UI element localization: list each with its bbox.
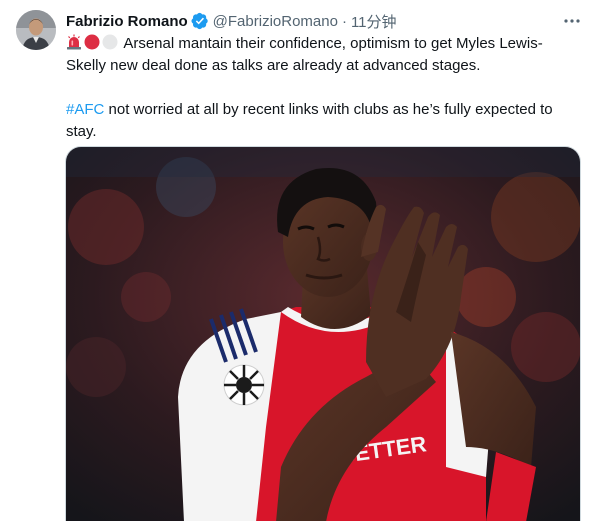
tweet-paragraph-2: #AFC not worried at all by recent links … [66,99,581,143]
timestamp[interactable]: 11分钟 [351,11,397,32]
tweet-paragraph-1: Arsenal mantain their confidence, optimi… [66,33,581,77]
more-icon [564,19,580,23]
red-circle-emoji-icon [84,34,100,50]
tweet-photo[interactable]: ites / BETTER [65,146,581,521]
player-photo: ites / BETTER [66,147,580,521]
author-name[interactable]: Fabrizio Romano [66,13,188,30]
more-options-button[interactable] [562,11,582,31]
tweet-text: Arsenal mantain their confidence, optimi… [66,33,581,143]
tweet-header: Fabrizio Romano @FabrizioRomano · 11分钟 [66,11,582,31]
siren-emoji-icon [67,34,81,50]
hashtag-link[interactable]: #AFC [66,101,104,118]
verified-badge-icon [191,12,208,30]
tweet-line-2: not worried at all by recent links with … [66,101,553,140]
author-handle[interactable]: @FabrizioRomano [213,13,338,30]
tweet-line-1: Arsenal mantain their confidence, optimi… [66,35,543,74]
avatar-image [16,10,56,50]
tweet[interactable]: Fabrizio Romano @FabrizioRomano · 11分钟 A… [0,0,598,521]
separator-dot: · [341,12,347,30]
avatar[interactable] [16,10,56,50]
white-circle-emoji-icon [102,34,118,50]
